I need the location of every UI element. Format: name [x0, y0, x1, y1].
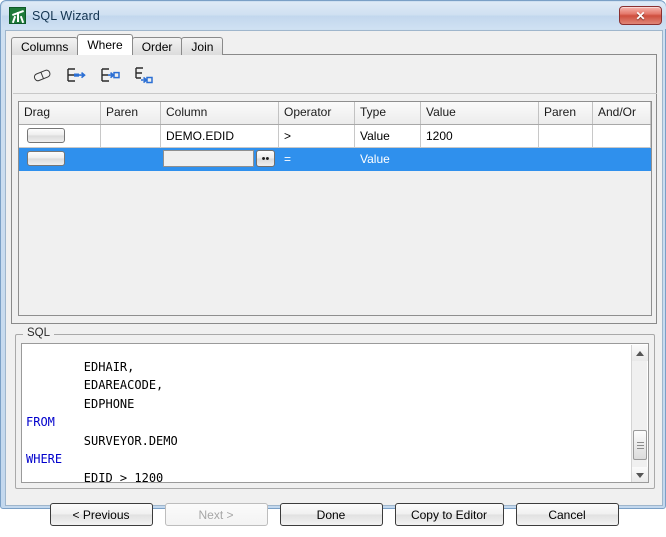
cell-column-editor[interactable]: ••	[161, 148, 279, 171]
column-header-value[interactable]: Value	[421, 102, 539, 124]
next-button: Next >	[164, 503, 268, 526]
sql-preview-text: EDHAIR, EDAREACODE, EDPHONE FROM SURVEYO…	[22, 344, 632, 483]
scroll-down-icon[interactable]	[632, 467, 648, 482]
where-tab-panel: Drag Paren Column Operator Type Value Pa…	[11, 54, 657, 324]
done-button[interactable]: Done	[279, 503, 383, 526]
cell-drag	[19, 148, 101, 171]
close-icon[interactable]: ✕	[619, 6, 662, 25]
drag-handle[interactable]	[27, 128, 65, 143]
grid-header-row: Drag Paren Column Operator Type Value Pa…	[19, 102, 651, 125]
title-bar: SQL Wizard ✕	[2, 2, 666, 29]
scrollbar-thumb[interactable]	[633, 430, 647, 460]
cell-and-or[interactable]	[593, 125, 651, 148]
tab-columns[interactable]: Columns	[11, 37, 79, 55]
cell-type[interactable]: Value	[355, 148, 421, 171]
sql-line: SURVEYOR.DEMO	[83, 433, 178, 448]
sql-line: EDID > 1200	[83, 470, 164, 483]
sql-line: EDAREACODE,	[83, 378, 164, 392]
cell-paren-open[interactable]	[101, 148, 161, 171]
insert-row-into-icon[interactable]	[93, 60, 127, 90]
client-area: Columns Where Order Join Drag Paren Colu…	[5, 30, 663, 526]
table-row[interactable]: DEMO.EDID > Value 1200	[19, 125, 651, 148]
cell-type[interactable]: Value	[355, 125, 421, 148]
cell-operator[interactable]: =	[279, 148, 355, 171]
sql-group-label: SQL	[23, 327, 55, 339]
drag-handle[interactable]	[27, 151, 65, 166]
sql-line: EDPHONE	[83, 396, 135, 411]
sql-preview-box[interactable]: EDHAIR, EDAREACODE, EDPHONE FROM SURVEYO…	[21, 343, 649, 483]
column-header-operator[interactable]: Operator	[279, 102, 355, 124]
sql-keyword-where: WHERE	[26, 452, 63, 466]
sql-line: EDHAIR,	[83, 359, 135, 374]
column-header-paren-open[interactable]: Paren	[101, 102, 161, 124]
browse-column-button[interactable]: ••	[256, 150, 275, 167]
surveyor-theodolite-icon	[9, 7, 26, 24]
sql-keyword-from: FROM	[26, 415, 55, 429]
cell-value[interactable]: 1200	[421, 125, 539, 148]
tab-order[interactable]: Order	[131, 37, 183, 55]
cell-column[interactable]: DEMO.EDID	[161, 125, 279, 148]
sql-preview-group: SQL EDHAIR, EDAREACODE, EDPHONE FROM SUR…	[15, 327, 655, 489]
toolbar	[13, 56, 657, 94]
cell-paren-close[interactable]	[539, 125, 593, 148]
column-header-and-or[interactable]: And/Or	[593, 102, 651, 124]
scroll-up-icon[interactable]	[632, 345, 648, 361]
copy-to-editor-button[interactable]: Copy to Editor	[394, 503, 504, 526]
cell-paren-close[interactable]	[539, 148, 593, 171]
sql-wizard-window: SQL Wizard ✕ Columns Where Order Join Dr…	[0, 0, 666, 526]
cell-operator[interactable]: >	[279, 125, 355, 148]
column-header-paren-close[interactable]: Paren	[539, 102, 593, 124]
tab-strip: Columns Where Order Join	[11, 34, 224, 55]
grid-empty-area[interactable]	[19, 171, 651, 315]
dialog-button-bar: < Previous Next > Done Copy to Editor Ca…	[6, 497, 662, 537]
cell-paren-open[interactable]	[101, 125, 161, 148]
column-input[interactable]	[163, 150, 254, 167]
tab-join[interactable]: Join	[181, 37, 224, 55]
table-row[interactable]: •• = Value	[19, 148, 651, 171]
insert-row-after-icon[interactable]	[59, 60, 93, 90]
cell-value[interactable]	[421, 148, 539, 171]
column-header-column[interactable]: Column	[161, 102, 279, 124]
insert-row-below-icon[interactable]	[127, 60, 161, 90]
cell-drag	[19, 125, 101, 148]
previous-button[interactable]: < Previous	[49, 503, 153, 526]
tab-where[interactable]: Where	[77, 34, 133, 55]
window-title: SQL Wizard	[32, 8, 100, 23]
cell-and-or[interactable]	[593, 148, 651, 171]
column-header-type[interactable]: Type	[355, 102, 421, 124]
eraser-icon[interactable]	[25, 60, 59, 90]
column-header-drag[interactable]: Drag	[19, 102, 101, 124]
cancel-button[interactable]: Cancel	[515, 503, 619, 526]
sql-vertical-scrollbar[interactable]	[631, 345, 648, 482]
conditions-grid: Drag Paren Column Operator Type Value Pa…	[18, 101, 652, 316]
